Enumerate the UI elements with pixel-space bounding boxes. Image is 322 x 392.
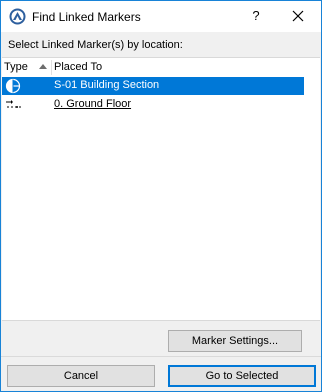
list-header: Type Placed To (2, 58, 320, 77)
instruction-label: Select Linked Marker(s) by location: (8, 39, 183, 51)
find-linked-markers-dialog: Find Linked Markers ? Select Linked Mark… (0, 0, 322, 392)
marker-settings-button[interactable]: Marker Settings... (168, 330, 302, 352)
column-header-placed-to[interactable]: Placed To (54, 61, 102, 73)
go-to-selected-button[interactable]: Go to Selected (168, 365, 316, 387)
cancel-button[interactable]: Cancel (7, 365, 155, 387)
close-icon[interactable] (283, 5, 313, 27)
help-button[interactable]: ? (241, 5, 271, 27)
archicad-logo-icon (9, 8, 26, 25)
row-placed-to-label: S-01 Building Section (54, 79, 160, 91)
footer-divider (1, 356, 321, 357)
floor-marker-icon (6, 100, 21, 108)
row-placed-to-label: 0. Ground Floor (54, 98, 132, 110)
column-header-type[interactable]: Type (4, 61, 28, 73)
window-title: Find Linked Markers (32, 10, 141, 24)
markers-list[interactable]: Type Placed To S-01 Building Section 0. … (2, 57, 320, 321)
section-marker-icon (5, 78, 21, 94)
list-row-section[interactable]: S-01 Building Section (2, 77, 304, 95)
title-bar: Find Linked Markers ? (1, 1, 321, 32)
sort-ascending-icon (39, 64, 47, 69)
column-divider[interactable] (51, 60, 52, 75)
list-row-floor[interactable]: 0. Ground Floor (2, 96, 304, 114)
